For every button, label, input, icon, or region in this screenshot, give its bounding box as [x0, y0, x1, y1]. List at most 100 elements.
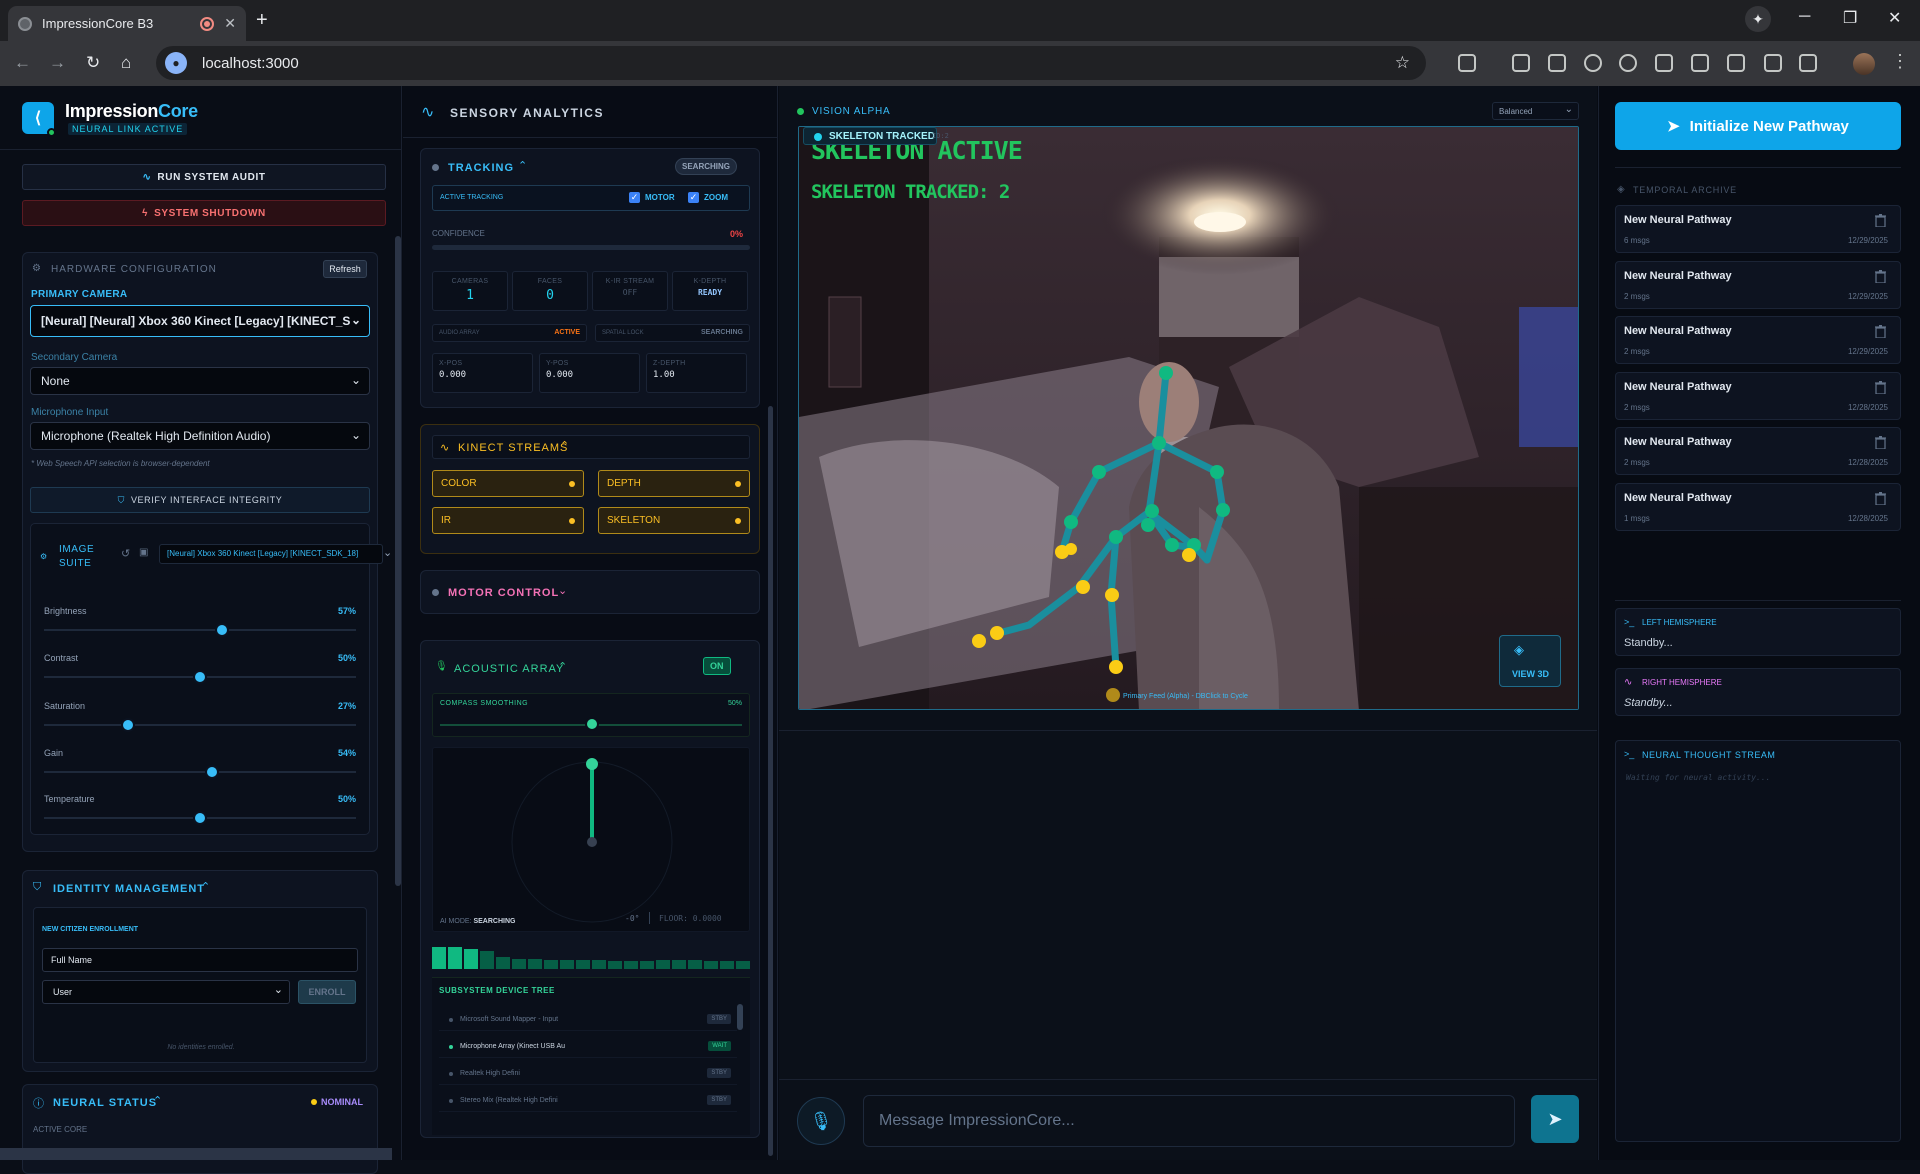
- camera-feed[interactable]: SKELETON ACTIVE SKELETON TRACKED: 2 SKEL…: [798, 126, 1579, 710]
- message-input[interactable]: Message ImpressionCore...: [863, 1095, 1515, 1147]
- stream-depth-button[interactable]: DEPTH: [598, 470, 750, 497]
- slider-knob[interactable]: [193, 811, 207, 825]
- tracking-title[interactable]: TRACKING: [448, 162, 514, 174]
- send-button[interactable]: ➤: [1531, 1095, 1579, 1143]
- address-bar[interactable]: ● localhost:3000 ☆: [156, 46, 1426, 80]
- device-row[interactable]: Stereo Mix (Realtek High Defini STBY: [439, 1090, 737, 1112]
- slider-knob[interactable]: [205, 765, 220, 779]
- slider-track[interactable]: [44, 771, 356, 773]
- device-tree-scrollbar[interactable]: [737, 1004, 743, 1030]
- stream-ir-button[interactable]: IR: [432, 507, 584, 534]
- home-icon[interactable]: ⌂: [121, 53, 131, 73]
- profile-avatar[interactable]: [1853, 53, 1875, 75]
- browser-menu-icon[interactable]: ⋮: [1891, 51, 1909, 72]
- slider-knob[interactable]: [121, 718, 136, 732]
- bookmark-star-icon[interactable]: ☆: [1395, 53, 1410, 73]
- neural-status-title[interactable]: NEURAL STATUS: [53, 1097, 157, 1109]
- restore-icon[interactable]: ❐: [1843, 8, 1857, 28]
- delete-icon[interactable]: [1691, 54, 1709, 72]
- history-msgs: 2 msgs: [1624, 347, 1650, 356]
- device-row[interactable]: Realtek High Defini STBY: [439, 1063, 737, 1085]
- screenshot-icon[interactable]: [1727, 54, 1745, 72]
- history-item[interactable]: New Neural Pathway 2 msgs 12/29/2025: [1615, 316, 1901, 364]
- trash-icon[interactable]: [1875, 436, 1886, 449]
- identity-management-title[interactable]: IDENTITY MANAGEMENT: [53, 883, 205, 895]
- history-item[interactable]: New Neural Pathway 1 msgs 12/28/2025: [1615, 482, 1901, 531]
- image-suite-device-select[interactable]: [Neural] Xbox 360 Kinect [Legacy] [KINEC…: [159, 544, 383, 564]
- microphone-icon: 🎙: [809, 1110, 833, 1131]
- chevron-up-icon[interactable]: ⌃: [518, 159, 527, 172]
- motor-checkbox[interactable]: ✓: [629, 192, 640, 203]
- sidebar-scrollbar[interactable]: [395, 236, 401, 886]
- skeleton-count-overlay: SKELETON TRACKED: 2: [811, 181, 1010, 203]
- compass-smoothing-knob[interactable]: [585, 717, 599, 731]
- run-audit-button[interactable]: ∿ RUN SYSTEM AUDIT: [22, 164, 386, 190]
- save-icon[interactable]: ▣: [139, 547, 148, 558]
- slider-track[interactable]: [44, 629, 356, 631]
- extensions-icon[interactable]: [1458, 54, 1476, 72]
- stream-skeleton-button[interactable]: SKELETON: [598, 507, 750, 534]
- chevron-up-icon[interactable]: ⌃: [558, 660, 567, 673]
- trash-icon[interactable]: [1875, 214, 1886, 227]
- device-badge: WAIT: [708, 1041, 731, 1051]
- acoustic-array-title[interactable]: ACOUSTIC ARRAY: [454, 663, 564, 675]
- kinect-streams-header[interactable]: ∿ KINECT STREAMS ⌃: [432, 435, 750, 459]
- history-item[interactable]: New Neural Pathway 2 msgs 12/28/2025: [1615, 427, 1901, 475]
- shutdown-button[interactable]: ϟ SYSTEM SHUTDOWN: [22, 200, 386, 226]
- slider-knob[interactable]: [193, 670, 207, 684]
- history-icon[interactable]: [1619, 54, 1637, 72]
- downloads-icon[interactable]: [1655, 54, 1673, 72]
- tab-search-icon[interactable]: [1512, 54, 1530, 72]
- tab-close-icon[interactable]: ✕: [224, 15, 236, 32]
- history-item[interactable]: New Neural Pathway 2 msgs 12/29/2025: [1615, 260, 1901, 309]
- horizontal-scrollbar[interactable]: [0, 1148, 392, 1160]
- cast-icon[interactable]: [1764, 54, 1782, 72]
- primary-camera-select[interactable]: [Neural] [Neural] Xbox 360 Kinect [Legac…: [30, 305, 370, 337]
- verify-integrity-button[interactable]: ⛉ VERIFY INTERFACE INTEGRITY: [30, 487, 370, 513]
- reset-icon[interactable]: ↺: [121, 547, 130, 560]
- history-item[interactable]: New Neural Pathway 6 msgs 12/29/2025: [1615, 205, 1901, 253]
- device-row[interactable]: Microsoft Sound Mapper - Input STBY: [439, 1009, 737, 1031]
- favorites-icon[interactable]: [1584, 54, 1602, 72]
- trash-icon[interactable]: [1875, 325, 1886, 338]
- new-tab-icon[interactable]: +: [256, 9, 268, 32]
- trash-icon[interactable]: [1875, 380, 1886, 394]
- view-3d-button[interactable]: ◈ VIEW 3D: [1499, 635, 1561, 687]
- gemini-icon[interactable]: ✦: [1745, 6, 1771, 32]
- chevron-down-icon[interactable]: ⌄: [558, 584, 567, 597]
- audio-level-bar: [512, 959, 526, 969]
- shield-extension-icon[interactable]: [1548, 54, 1566, 72]
- reload-icon[interactable]: ↻: [86, 53, 100, 73]
- trash-icon[interactable]: [1875, 491, 1886, 505]
- initialize-pathway-button[interactable]: ➤ Initialize New Pathway: [1615, 102, 1901, 150]
- voice-input-button[interactable]: 🎙: [797, 1097, 845, 1145]
- full-name-input[interactable]: Full Name: [42, 948, 358, 972]
- chevron-up-icon[interactable]: ⌃: [201, 880, 210, 893]
- browser-tab[interactable]: ImpressionCore B3 ✕: [8, 6, 246, 41]
- secondary-camera-select[interactable]: None ⌄: [30, 367, 370, 395]
- column-scrollbar[interactable]: [768, 406, 773, 1156]
- trash-icon[interactable]: [1875, 269, 1886, 283]
- chevron-up-icon[interactable]: ⌃: [153, 1094, 162, 1107]
- window-close-icon[interactable]: ✕: [1888, 8, 1901, 28]
- acoustic-state-toggle[interactable]: ON: [703, 657, 731, 675]
- history-item[interactable]: New Neural Pathway 2 msgs 12/28/2025: [1615, 371, 1901, 420]
- refresh-button[interactable]: Refresh: [323, 260, 367, 278]
- stream-color-button[interactable]: COLOR: [432, 470, 584, 497]
- minimize-icon[interactable]: ─: [1799, 8, 1810, 26]
- zoom-checkbox[interactable]: ✓: [688, 192, 699, 203]
- mic-input-select[interactable]: Microphone (Realtek High Definition Audi…: [30, 422, 370, 450]
- device-icon[interactable]: [1799, 54, 1817, 72]
- enroll-button[interactable]: ENROLL: [298, 980, 356, 1004]
- forward-icon[interactable]: →: [49, 53, 66, 73]
- site-mic-icon[interactable]: ●: [165, 52, 187, 74]
- device-row[interactable]: Microphone Array (Kinect USB Au WAIT: [439, 1036, 737, 1058]
- slider-knob[interactable]: [214, 623, 229, 637]
- divider: [0, 149, 402, 150]
- slider-track[interactable]: [44, 724, 356, 726]
- motor-control-title[interactable]: MOTOR CONTROL: [448, 587, 559, 599]
- role-select[interactable]: User ⌄: [42, 980, 290, 1004]
- quality-select[interactable]: Balanced ⌄: [1492, 102, 1579, 120]
- back-icon[interactable]: ←: [14, 53, 31, 73]
- device-badge: STBY: [707, 1014, 731, 1024]
